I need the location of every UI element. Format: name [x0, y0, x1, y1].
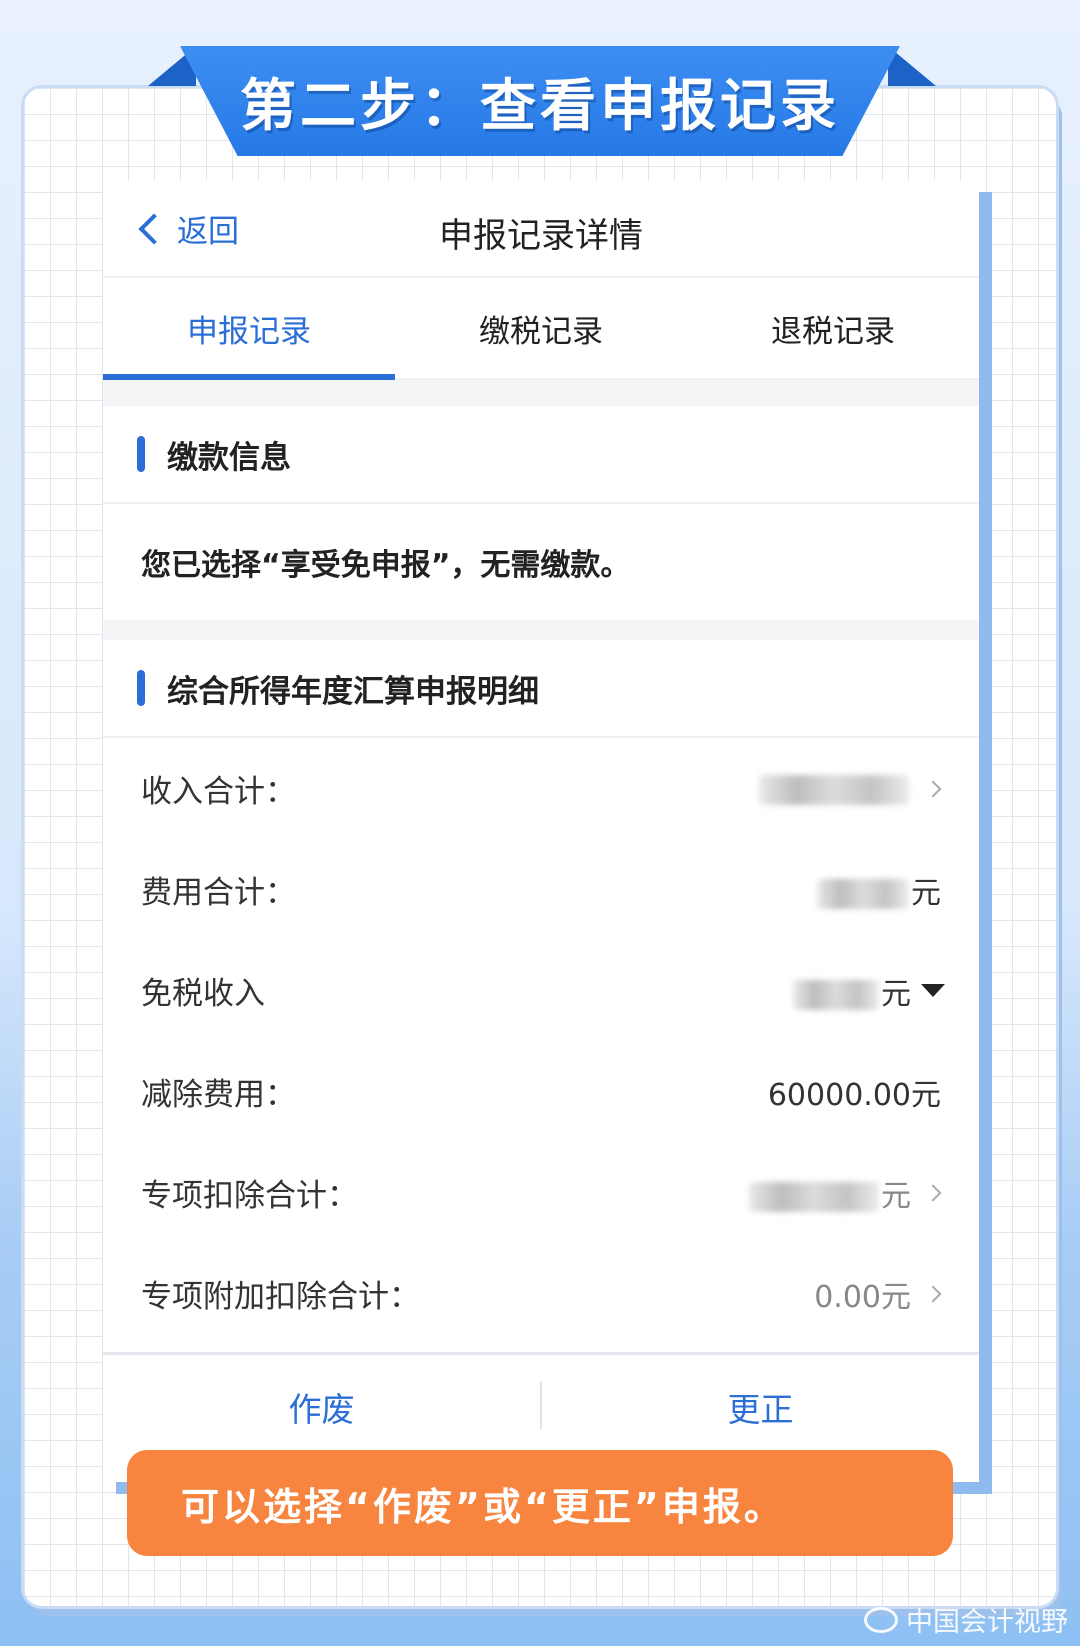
row-special-deductions[interactable]: 专项扣除合计： 元 [103, 1142, 979, 1243]
watermark-text: 中国会计视野 [906, 1607, 1068, 1638]
details-heading: 综合所得年度汇算申报明细 [167, 673, 539, 710]
row-label: 专项扣除合计： [141, 1178, 358, 1214]
row-label: 专项附加扣除合计： [141, 1279, 420, 1315]
chevron-right-icon [924, 1184, 942, 1201]
row-label: 收入合计： [141, 774, 296, 810]
phone-screen: 返回 申报记录详情 申报记录 缴税记录 退税记录 缴款信息 您已选择“享受免申报… [103, 180, 979, 1482]
watermark: 中国会计视野 [864, 1600, 1068, 1639]
row-value: 60000.00元 [767, 1077, 941, 1113]
weibo-logo-icon [864, 1606, 898, 1633]
row-total-expenses: 费用合计： 元 [103, 839, 979, 940]
row-value [759, 771, 911, 806]
chevron-right-icon [924, 1285, 942, 1302]
tab-tax-refund-records[interactable]: 退税记录 [687, 278, 979, 378]
row-total-income[interactable]: 收入合计： [103, 738, 979, 839]
row-tax-free-income[interactable]: 免税收入 元 [103, 940, 979, 1041]
tip-callout: 可以选择“作废”或“更正”申报。 [127, 1450, 953, 1556]
row-special-additional-deductions[interactable]: 专项附加扣除合计： 0.00元 [103, 1243, 979, 1344]
details-section-header: 综合所得年度汇算申报明细 [103, 640, 979, 738]
row-label: 免税收入 [141, 976, 265, 1012]
unit-yuan: 元 [911, 875, 941, 911]
record-tabs: 申报记录 缴税记录 退税记录 [103, 278, 979, 380]
step-banner: 第二步：查看申报记录 [180, 46, 900, 156]
payment-heading: 缴款信息 [167, 439, 291, 476]
row-label: 费用合计： [141, 875, 296, 911]
section-marker [137, 436, 145, 472]
row-value: 元 [749, 1171, 911, 1215]
active-tab-indicator [103, 374, 395, 380]
row-value: 元 [793, 969, 911, 1013]
step-title: 第二步：查看申报记录 [240, 73, 840, 139]
caret-down-icon[interactable] [921, 984, 945, 997]
row-label: 减除费用： [141, 1077, 296, 1113]
unit-yuan: 元 [881, 1178, 911, 1214]
section-marker [137, 670, 145, 706]
row-deduction-fee: 减除费用： 60000.00元 [103, 1041, 979, 1142]
payment-notice: 您已选择“享受免申报”，无需缴款。 [141, 548, 631, 583]
section-gap [103, 380, 979, 406]
chevron-right-icon [924, 780, 942, 797]
page-title: 申报记录详情 [439, 216, 643, 256]
payment-section-header: 缴款信息 [103, 406, 979, 504]
tab-tax-payment-records[interactable]: 缴税记录 [395, 278, 687, 378]
tab-declaration-records[interactable]: 申报记录 [103, 278, 395, 378]
top-nav-bar: 返回 申报记录详情 [103, 180, 979, 278]
row-value: 0.00元 [814, 1279, 911, 1315]
unit-yuan: 元 [881, 976, 911, 1012]
row-value: 元 [817, 868, 941, 912]
section-gap [103, 620, 979, 640]
